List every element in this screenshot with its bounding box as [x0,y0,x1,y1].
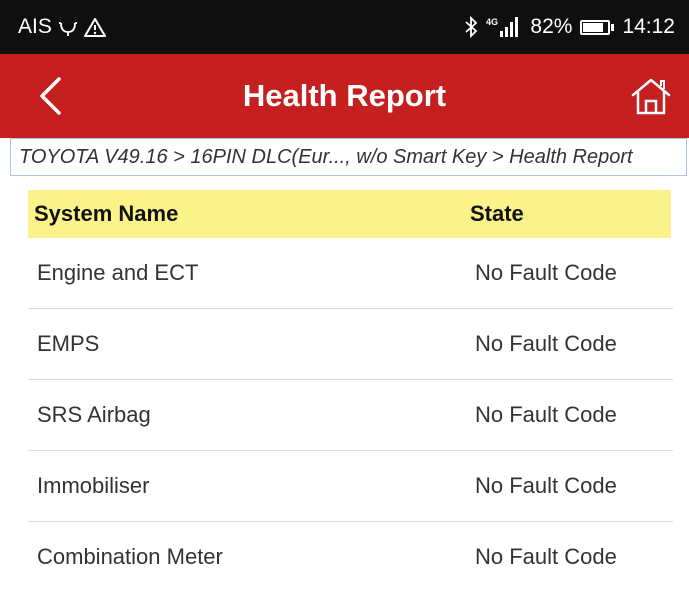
signal-icon: 4G [486,16,522,38]
system-state: No Fault Code [475,473,617,498]
table-row[interactable]: SRS Airbag No Fault Code [28,380,673,451]
system-name: Engine and ECT [37,260,199,285]
status-bar: AIS 4G 82% 14:12 [0,0,689,54]
system-state: No Fault Code [475,402,617,427]
back-button[interactable] [30,76,70,116]
chevron-left-icon [40,77,61,115]
system-name: Combination Meter [37,544,223,569]
system-state: No Fault Code [475,544,617,569]
table-row[interactable]: Combination Meter No Fault Code [28,522,673,592]
network-type-label: 4G [486,17,498,27]
app-bar: Health Report [0,54,689,138]
system-state: No Fault Code [475,260,617,285]
clock-label: 14:12 [622,15,675,38]
table-row[interactable]: EMPS No Fault Code [28,309,673,380]
column-header-system-name: System Name [34,201,179,226]
warning-icon [83,17,106,37]
page-title: Health Report [242,78,447,113]
system-state: No Fault Code [475,331,617,356]
bluetooth-icon [464,16,478,38]
battery-icon [580,19,615,35]
system-list: Engine and ECT No Fault Code EMPS No Fau… [28,238,673,592]
carrier-label: AIS [18,15,52,38]
table-row[interactable]: Immobiliser No Fault Code [28,451,673,522]
home-icon [631,78,671,115]
breadcrumb: TOYOTA V49.16 > 16PIN DLC(Eur..., w/o Sm… [10,138,687,176]
battery-percent-label: 82% [530,15,573,38]
table-header: System Name State [28,190,671,238]
system-name: EMPS [37,331,100,356]
status-bar-right: 4G 82% 14:12 [464,12,675,42]
table-row[interactable]: Engine and ECT No Fault Code [28,238,673,309]
column-header-state: State [470,201,524,226]
usb-debug-icon [58,17,78,37]
status-bar-left: AIS [18,12,106,42]
home-button[interactable] [629,75,673,117]
system-name: SRS Airbag [37,402,151,427]
system-name: Immobiliser [37,473,150,498]
